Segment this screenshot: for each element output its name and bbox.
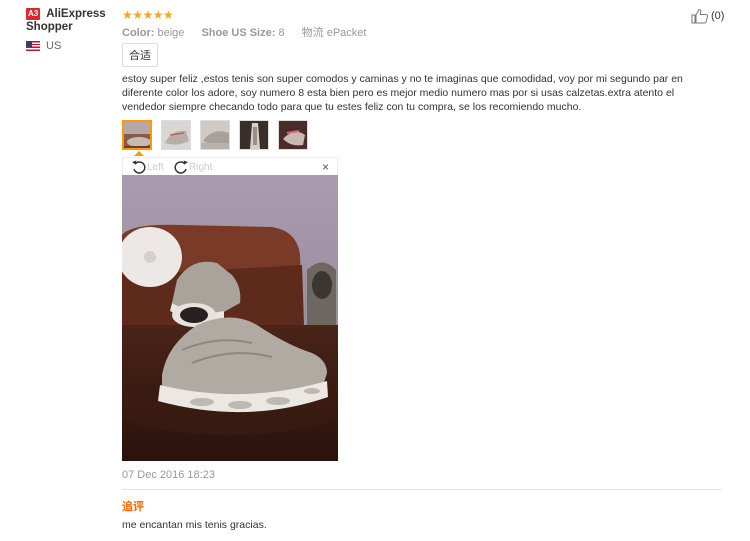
- order-attributes: Color: beige Shoe US Size: 8 物流 ePacket: [122, 24, 366, 40]
- review-photo: [122, 175, 338, 461]
- photo-thumbnails: [122, 120, 317, 150]
- additional-feedback-text: me encantan mis tenis gracias.: [122, 519, 267, 531]
- shipping-value: ePacket: [326, 27, 367, 39]
- reviewer-info: A3 AliExpress Shopper US: [26, 8, 118, 52]
- review-text: estoy super feliz ,estos tenis son super…: [122, 73, 683, 113]
- thumbs-up-icon: [691, 8, 709, 24]
- photo-thumbnail[interactable]: [200, 120, 230, 150]
- rotate-right-icon: [174, 160, 188, 174]
- helpful-button[interactable]: (0): [691, 8, 724, 24]
- helpful-count: (0): [711, 10, 725, 22]
- rotate-right-button[interactable]: Right: [173, 159, 212, 175]
- size-value: 8: [278, 27, 285, 39]
- reviewer-name-row: A3 AliExpress Shopper: [26, 8, 118, 34]
- photo-viewer-toolbar: Left Right ×: [122, 157, 338, 175]
- active-thumbnail-caret: [134, 151, 144, 156]
- rotate-left-icon: [132, 160, 146, 174]
- review-date: 07 Dec 2016 18:23: [122, 469, 215, 481]
- rotate-left-label: Left: [147, 161, 164, 173]
- star-rating: ★★★★★: [122, 8, 174, 22]
- photo-thumbnail[interactable]: [161, 120, 191, 150]
- photo-thumbnail[interactable]: [278, 120, 308, 150]
- shipping-label: 物流: [301, 27, 324, 39]
- color-label: Color:: [122, 27, 155, 39]
- country-code: US: [46, 40, 62, 52]
- level-badge: A3: [26, 8, 41, 20]
- divider: [122, 489, 722, 490]
- rotate-left-button[interactable]: Left: [131, 159, 164, 175]
- close-viewer-button[interactable]: ×: [322, 161, 329, 173]
- reviewer-country: US: [26, 40, 118, 52]
- additional-feedback-title: 追评: [122, 501, 144, 513]
- fit-tag: 合适: [122, 43, 158, 67]
- rotate-right-label: Right: [189, 161, 213, 173]
- photo-thumbnail[interactable]: [239, 120, 269, 150]
- photo-thumbnail[interactable]: [122, 120, 152, 150]
- us-flag-icon: [26, 41, 40, 51]
- size-label: Shoe US Size:: [201, 27, 276, 39]
- color-value: beige: [157, 27, 185, 39]
